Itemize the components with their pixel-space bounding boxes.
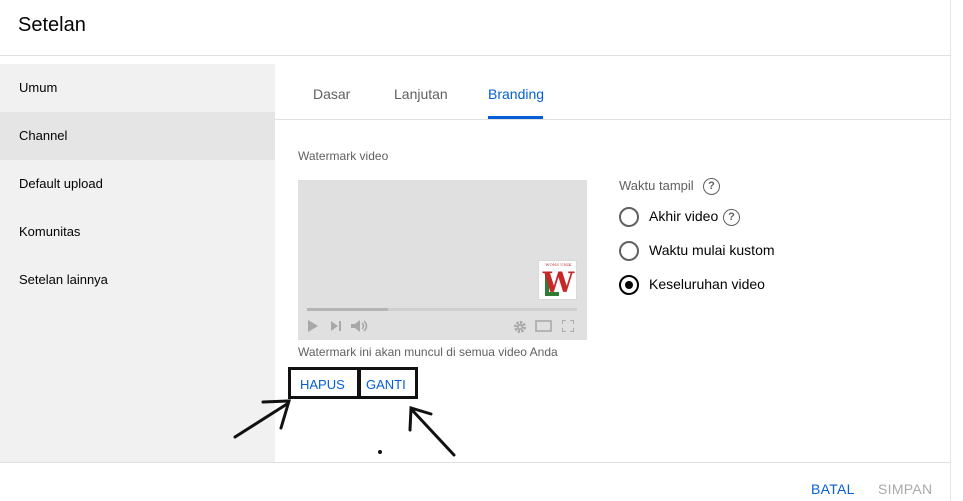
page-scrollbar[interactable] bbox=[950, 0, 963, 501]
radio-label-keseluruhan-video: Keseluruhan video bbox=[649, 276, 765, 292]
sidebar-item-komunitas[interactable]: Komunitas bbox=[0, 208, 275, 256]
tab-dasar[interactable]: Dasar bbox=[313, 86, 350, 102]
watermark-preview-image: WONS UNIK W bbox=[538, 260, 577, 300]
settings-main-panel: Dasar Lanjutan Branding Watermark video … bbox=[275, 56, 950, 462]
active-tab-indicator bbox=[488, 116, 543, 119]
theater-icon bbox=[535, 320, 552, 332]
play-icon bbox=[308, 320, 318, 332]
player-progress-bar bbox=[307, 308, 577, 311]
radio-label-akhir-video: Akhir video bbox=[649, 208, 719, 224]
radio-option-akhir-video[interactable]: Akhir video ? bbox=[619, 207, 759, 229]
watermark-letter: W bbox=[542, 266, 575, 299]
dialog-footer: BATAL SIMPAN bbox=[0, 462, 950, 501]
replace-watermark-button[interactable]: GANTI bbox=[358, 367, 418, 399]
settings-sidebar: Umum Channel Default upload Komunitas Se… bbox=[0, 64, 275, 462]
gear-icon bbox=[514, 321, 526, 333]
watermark-helper-text: Watermark ini akan muncul di semua video… bbox=[298, 345, 558, 359]
settings-tabs: Dasar Lanjutan Branding bbox=[275, 64, 950, 120]
radio-label-waktu-mulai-kustom: Waktu mulai kustom bbox=[649, 242, 775, 258]
tab-branding[interactable]: Branding bbox=[488, 86, 544, 102]
dialog-header: Setelan bbox=[0, 0, 950, 56]
radio-button-akhir-video[interactable] bbox=[619, 207, 639, 227]
save-button[interactable]: SIMPAN bbox=[878, 481, 932, 497]
next-icon bbox=[331, 321, 341, 331]
watermark-section-label: Watermark video bbox=[298, 149, 389, 163]
help-icon[interactable]: ? bbox=[703, 178, 720, 195]
video-player-preview: WONS UNIK W bbox=[298, 180, 587, 340]
dialog-title: Setelan bbox=[18, 14, 86, 36]
settings-dialog: Setelan Umum Channel Default upload Komu… bbox=[0, 0, 950, 501]
radio-option-keseluruhan-video[interactable]: Keseluruhan video bbox=[619, 275, 789, 297]
volume-icon bbox=[351, 320, 368, 332]
player-progress-fill bbox=[307, 308, 388, 311]
fullscreen-icon bbox=[562, 320, 574, 332]
display-time-heading: Waktu tampil bbox=[619, 178, 694, 193]
radio-option-waktu-mulai-kustom[interactable]: Waktu mulai kustom bbox=[619, 241, 789, 263]
sidebar-item-channel[interactable]: Channel bbox=[0, 112, 275, 160]
sidebar-item-setelan-lainnya[interactable]: Setelan lainnya bbox=[0, 256, 275, 304]
help-icon[interactable]: ? bbox=[723, 209, 740, 226]
remove-watermark-button[interactable]: HAPUS bbox=[288, 367, 360, 399]
sidebar-item-default-upload[interactable]: Default upload bbox=[0, 160, 275, 208]
cancel-button[interactable]: BATAL bbox=[811, 481, 855, 497]
sidebar-item-umum[interactable]: Umum bbox=[0, 64, 275, 112]
tab-lanjutan[interactable]: Lanjutan bbox=[394, 86, 448, 102]
radio-button-waktu-mulai-kustom[interactable] bbox=[619, 241, 639, 261]
radio-button-keseluruhan-video[interactable] bbox=[619, 275, 639, 295]
